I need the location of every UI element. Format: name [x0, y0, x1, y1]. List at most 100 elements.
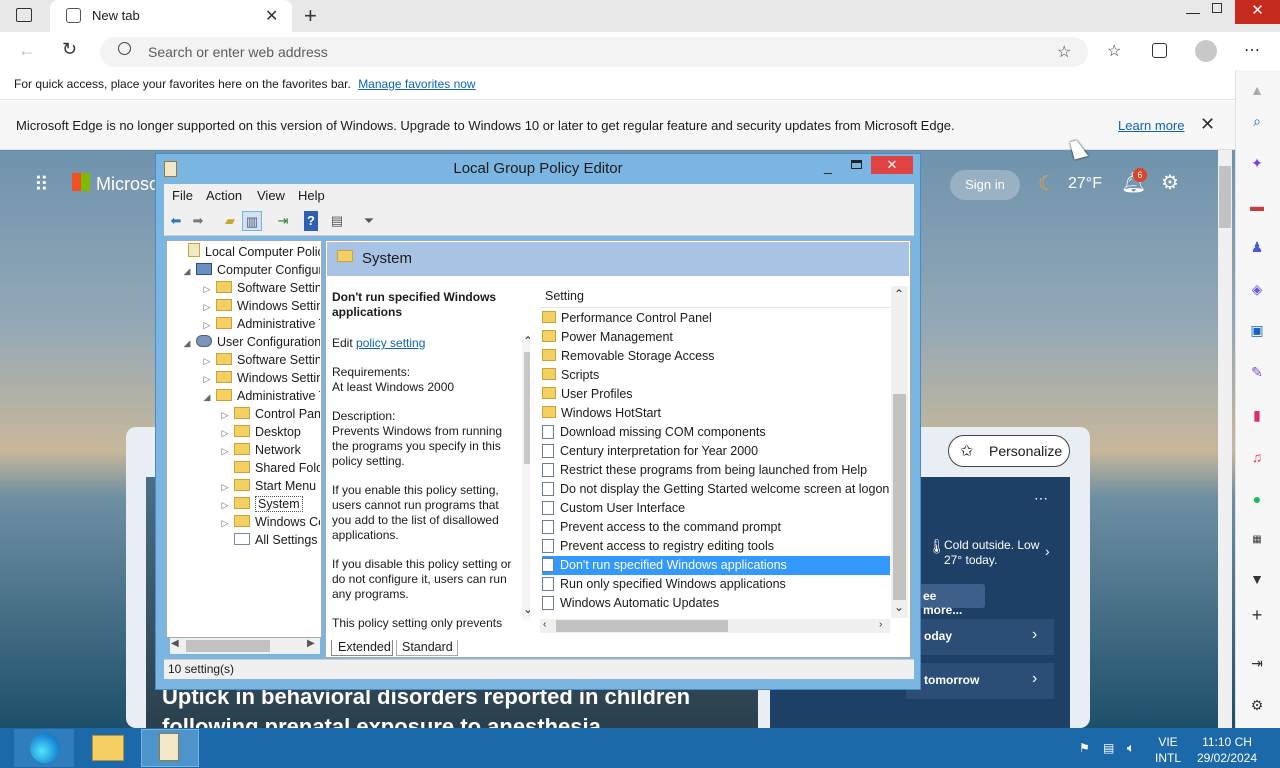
tree-node[interactable]: All Settings	[220, 531, 320, 549]
tree-expand-icon[interactable]: ▷	[220, 478, 230, 495]
settings-row[interactable]: Prevent access to registry editing tools	[542, 537, 890, 556]
tray-flag-icon[interactable]: ⚑	[1079, 741, 1090, 755]
settings-scroll-down-icon[interactable]: ⌄	[894, 600, 904, 614]
tree-node[interactable]: ▷ Administrative Te	[202, 315, 320, 333]
close-window-button[interactable]: ✕	[1235, 0, 1280, 24]
sidebar-copilot-icon[interactable]: ✦	[1247, 153, 1267, 173]
up-folder-icon[interactable]: ▰	[220, 211, 240, 231]
clock[interactable]: 11:10 CH 29/02/2024	[1190, 734, 1264, 766]
favorites-icon[interactable]: ☆	[1107, 41, 1121, 61]
tree-hscroll-thumb[interactable]	[186, 640, 270, 652]
help-icon[interactable]: ?	[304, 211, 318, 231]
tree-node[interactable]: ▷ Windows Cor	[220, 513, 320, 531]
menu-view[interactable]: View	[257, 188, 285, 203]
settings-row[interactable]: Prevent access to the command prompt	[542, 518, 890, 537]
tree-node[interactable]: ▷ System	[220, 495, 320, 513]
weather-temp[interactable]: 27°F	[1068, 175, 1102, 193]
tray-network-icon[interactable]: ▤	[1103, 741, 1114, 755]
sidebar-tidal-icon[interactable]: ▦	[1247, 530, 1267, 550]
tree-node[interactable]: ▷ Windows Setting	[202, 297, 320, 315]
sidebar-music-icon[interactable]: ♫	[1247, 447, 1267, 467]
page-scrollbar[interactable]	[1218, 150, 1232, 728]
settings-row[interactable]: Removable Storage Access	[542, 347, 890, 366]
collections-icon[interactable]	[1152, 43, 1167, 58]
tree-expand-icon[interactable]: ◢	[202, 388, 212, 405]
restore-button[interactable]	[1212, 3, 1222, 13]
tree-node[interactable]: Local Computer Policy	[174, 243, 320, 261]
tree-node[interactable]: ◢ User Configuration	[182, 333, 320, 351]
tree-expand-icon[interactable]: ▷	[220, 406, 230, 423]
edit-policy-link[interactable]: policy setting	[356, 336, 425, 350]
tab-extended[interactable]: Extended	[331, 640, 393, 656]
settings-row[interactable]: Don't run specified Windows applications	[542, 556, 890, 575]
sidebar-expand-icon[interactable]: ▼	[1247, 569, 1267, 589]
show-hide-tree-icon[interactable]: ▥	[242, 211, 262, 231]
signin-button[interactable]: Sign in	[950, 170, 1020, 200]
filter-icon[interactable]: ⏷	[359, 211, 379, 231]
tree-expand-icon[interactable]: ◢	[182, 262, 192, 279]
back-arrow-icon[interactable]: ⬅	[166, 211, 186, 231]
add-favorite-icon[interactable]: ☆	[1057, 42, 1071, 62]
settings-row[interactable]: Download missing COM components	[542, 423, 890, 442]
tab-new-tab[interactable]	[50, 0, 292, 32]
tree-node[interactable]: ▷ Start Menu ar	[220, 477, 320, 495]
settings-row[interactable]: Restrict these programs from being launc…	[542, 461, 890, 480]
sidebar-shopping-icon[interactable]: ▬	[1247, 196, 1267, 216]
tree-expand-icon[interactable]: ▷	[202, 316, 212, 333]
tab-standard[interactable]: Standard	[396, 640, 458, 656]
weather-more-icon[interactable]: ⋯	[1034, 490, 1048, 507]
tree-expand-icon[interactable]: ▷	[220, 496, 230, 513]
tree-node[interactable]: ◢ Computer Configura	[182, 261, 320, 279]
weather-next-icon[interactable]: ›	[1045, 543, 1050, 559]
settings-row[interactable]: Windows Automatic Updates	[542, 594, 890, 613]
close-tab-icon[interactable]: ✕	[265, 6, 278, 26]
settings-more-icon[interactable]: ⋯	[1244, 40, 1260, 60]
tree-node[interactable]: Shared Folder	[220, 459, 320, 477]
sidebar-add-icon[interactable]: +	[1247, 605, 1267, 625]
settings-row[interactable]: Custom User Interface	[542, 499, 890, 518]
minimize-button[interactable]: —	[1186, 4, 1200, 20]
input-language[interactable]: VIE INTL	[1152, 734, 1184, 766]
tree-node[interactable]: ◢ Administrative Te	[202, 387, 320, 405]
forward-arrow-icon[interactable]: ➡	[188, 211, 208, 231]
apps-grid-icon[interactable]: ⠿	[34, 172, 51, 197]
tomorrow-chevron-icon[interactable]: ›	[1032, 670, 1037, 688]
tray-volume-icon[interactable]: 🔈︎	[1127, 740, 1135, 756]
gp-minimize-button[interactable]: _	[824, 158, 832, 174]
address-placeholder[interactable]: Search or enter web address	[148, 44, 328, 60]
manage-favorites-link[interactable]: Manage favorites now	[358, 77, 475, 91]
sidebar-panel-icon[interactable]: ⇥	[1247, 653, 1267, 673]
sidebar-search-icon[interactable]: ⌕	[1247, 111, 1267, 131]
tree-expand-icon[interactable]: ▷	[202, 280, 212, 297]
new-tab-button[interactable]: +	[304, 3, 317, 29]
close-infobar-icon[interactable]: ✕	[1200, 114, 1215, 135]
tree-scroll-left-icon[interactable]: ◀	[171, 638, 179, 649]
profile-avatar[interactable]	[1195, 40, 1217, 62]
sidebar-deezer-icon[interactable]: ▮	[1247, 405, 1267, 425]
sidebar-m365-icon[interactable]: ◈	[1247, 279, 1267, 299]
settings-vscroll-thumb[interactable]	[893, 394, 906, 600]
sidebar-spotify-icon[interactable]: ●	[1247, 489, 1267, 509]
settings-row[interactable]: Windows HotStart	[542, 404, 890, 423]
tree-node[interactable]: ▷ Software Settings	[202, 279, 320, 297]
column-header-setting[interactable]: Setting	[545, 289, 584, 303]
settings-row[interactable]: Do not display the Getting Started welco…	[542, 480, 890, 499]
back-button[interactable]: ←	[18, 40, 36, 61]
settings-scroll-right-icon[interactable]: ›	[879, 619, 882, 630]
page-settings-gear-icon[interactable]: ⚙	[1161, 170, 1179, 195]
tree-node[interactable]: ▷ Desktop	[220, 423, 320, 441]
page-scrollbar-thumb[interactable]	[1219, 166, 1231, 228]
settings-scroll-left-icon[interactable]: ‹	[543, 619, 546, 630]
today-chevron-icon[interactable]: ›	[1032, 626, 1037, 644]
sidebar-outlook-icon[interactable]: ▣	[1247, 320, 1267, 340]
properties-icon[interactable]: ▤	[327, 211, 347, 231]
tree-scroll-right-icon[interactable]: ▶	[307, 638, 315, 649]
sidebar-tools-icon[interactable]: ♟	[1247, 237, 1267, 257]
gp-maximize-button[interactable]	[851, 160, 862, 169]
menu-file[interactable]: File	[172, 188, 193, 203]
tab-actions-icon[interactable]	[16, 8, 32, 22]
sidebar-scroll-up-icon[interactable]: ▲	[1247, 80, 1267, 100]
learn-more-link[interactable]: Learn more	[1118, 118, 1184, 133]
tree-expand-icon[interactable]: ▷	[202, 352, 212, 369]
settings-row[interactable]: Performance Control Panel	[542, 309, 890, 328]
